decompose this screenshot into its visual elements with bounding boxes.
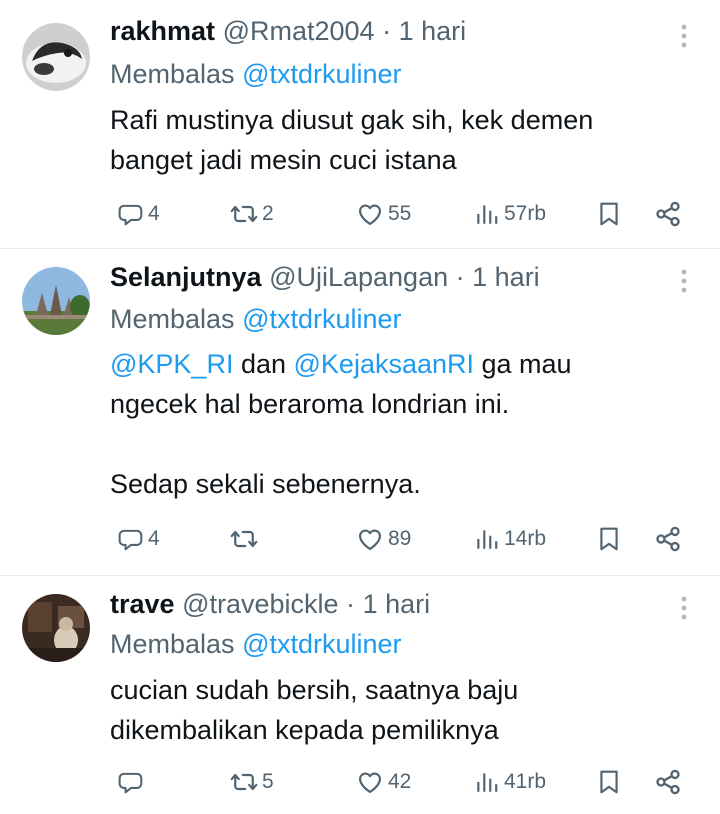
reply-prefix: Membalas (110, 59, 235, 89)
reply-icon (118, 769, 144, 795)
tweet[interactable]: rakhmat @Rmat2004 · 1 hari Membalas @txt… (0, 0, 720, 248)
share-icon (654, 200, 682, 228)
display-name[interactable]: rakhmat (110, 16, 215, 46)
tweet[interactable]: trave @travebickle · 1 hari Membalas @tx… (0, 576, 720, 814)
share-button[interactable] (654, 521, 682, 557)
like-button[interactable]: 89 (356, 521, 411, 557)
heart-icon (356, 200, 384, 228)
retweet-icon (230, 200, 258, 228)
avatar[interactable] (22, 23, 90, 91)
views-icon (474, 769, 500, 795)
reply-to-link[interactable]: @txtdrkuliner (242, 629, 401, 659)
reply-button[interactable] (118, 764, 148, 800)
mention-link[interactable]: @KejaksaanRI (294, 349, 475, 379)
reply-context: Membalas @txtdrkuliner (110, 628, 402, 660)
retweet-button[interactable]: 2 (230, 196, 274, 232)
like-count: 55 (388, 202, 412, 225)
display-name[interactable]: trave (110, 589, 175, 619)
separator: · (455, 262, 465, 292)
tweet-text-line: Rafi mustinya diusut gak sih, kek demen (110, 105, 594, 135)
retweet-button[interactable] (230, 521, 262, 557)
action-bar: 4 89 14rb (0, 521, 720, 557)
tweet-text-line: dikembalikan kepada pemiliknya (110, 715, 499, 745)
display-name[interactable]: Selanjutnya (110, 262, 262, 292)
user-handle[interactable]: @travebickle (182, 589, 338, 619)
like-count: 42 (388, 770, 412, 793)
separator: · (382, 16, 392, 46)
tweet-text: cucian sudah bersih, saatnya baju dikemb… (110, 670, 518, 750)
user-handle[interactable]: @UjiLapangan (269, 262, 448, 292)
bookmark-button[interactable] (596, 764, 622, 800)
reply-to-link[interactable]: @txtdrkuliner (242, 304, 401, 334)
share-button[interactable] (654, 764, 682, 800)
views-icon (474, 201, 500, 227)
bookmark-icon (596, 526, 622, 552)
tweet-text-fragment: ga mau (474, 349, 572, 379)
like-button[interactable]: 55 (356, 196, 411, 232)
retweet-count: 2 (262, 202, 274, 225)
share-icon (654, 768, 682, 796)
like-count: 89 (388, 527, 412, 550)
reply-button[interactable]: 4 (118, 196, 160, 232)
retweet-icon (230, 768, 258, 796)
timestamp[interactable]: 1 hari (472, 262, 540, 292)
action-bar: 4 2 55 57rb (0, 196, 720, 232)
tweet-text-line: Sedap sekali sebenernya. (110, 469, 421, 499)
more-vertical-icon[interactable] (672, 20, 696, 52)
share-icon (654, 525, 682, 553)
reply-icon (118, 201, 144, 227)
retweet-icon (230, 525, 258, 553)
reply-count: 4 (148, 202, 160, 225)
tweet-text-line: @KPK_RI dan @KejaksaanRI ga mau (110, 344, 572, 384)
views-button[interactable]: 14rb (474, 521, 546, 557)
heart-icon (356, 768, 384, 796)
reply-icon (118, 526, 144, 552)
bookmark-button[interactable] (596, 196, 622, 232)
reply-button[interactable]: 4 (118, 521, 160, 557)
tweet-text: Rafi mustinya diusut gak sih, kek demen … (110, 100, 593, 180)
tweet-text-line: cucian sudah bersih, saatnya baju (110, 675, 519, 705)
share-button[interactable] (654, 196, 682, 232)
views-icon (474, 526, 500, 552)
retweet-button[interactable]: 5 (230, 764, 274, 800)
mention-link[interactable]: @KPK_RI (110, 349, 233, 379)
bookmark-icon (596, 201, 622, 227)
view-count: 41rb (504, 770, 547, 793)
views-button[interactable]: 41rb (474, 764, 546, 800)
reply-to-link[interactable]: @txtdrkuliner (242, 59, 401, 89)
tweet[interactable]: Selanjutnya @UjiLapangan · 1 hari Membal… (0, 249, 720, 575)
tweet-text-line: ngecek hal beraroma londrian ini. (110, 389, 510, 419)
like-button[interactable]: 42 (356, 764, 411, 800)
heart-icon (356, 525, 384, 553)
avatar[interactable] (22, 267, 90, 335)
reply-count: 4 (148, 527, 160, 550)
reply-context: Membalas @txtdrkuliner (110, 58, 402, 90)
reply-prefix: Membalas (110, 304, 235, 334)
tweet-text-fragment: dan (233, 349, 294, 379)
avatar[interactable] (22, 594, 90, 662)
timestamp[interactable]: 1 hari (363, 589, 431, 619)
bookmark-icon (596, 769, 622, 795)
tweet-text-line: banget jadi mesin cuci istana (110, 145, 457, 175)
bookmark-button[interactable] (596, 521, 622, 557)
reply-context: Membalas @txtdrkuliner (110, 303, 402, 335)
separator: · (346, 589, 356, 619)
reply-prefix: Membalas (110, 629, 235, 659)
more-vertical-icon[interactable] (672, 592, 696, 624)
timestamp[interactable]: 1 hari (399, 16, 467, 46)
user-handle[interactable]: @Rmat2004 (223, 16, 375, 46)
action-bar: 5 42 41rb (0, 764, 720, 800)
more-vertical-icon[interactable] (672, 265, 696, 297)
views-button[interactable]: 57rb (474, 196, 546, 232)
retweet-count: 5 (262, 770, 274, 793)
view-count: 57rb (504, 202, 547, 225)
tweet-text: @KPK_RI dan @KejaksaanRI ga mau ngecek h… (110, 344, 572, 504)
view-count: 14rb (504, 527, 547, 550)
